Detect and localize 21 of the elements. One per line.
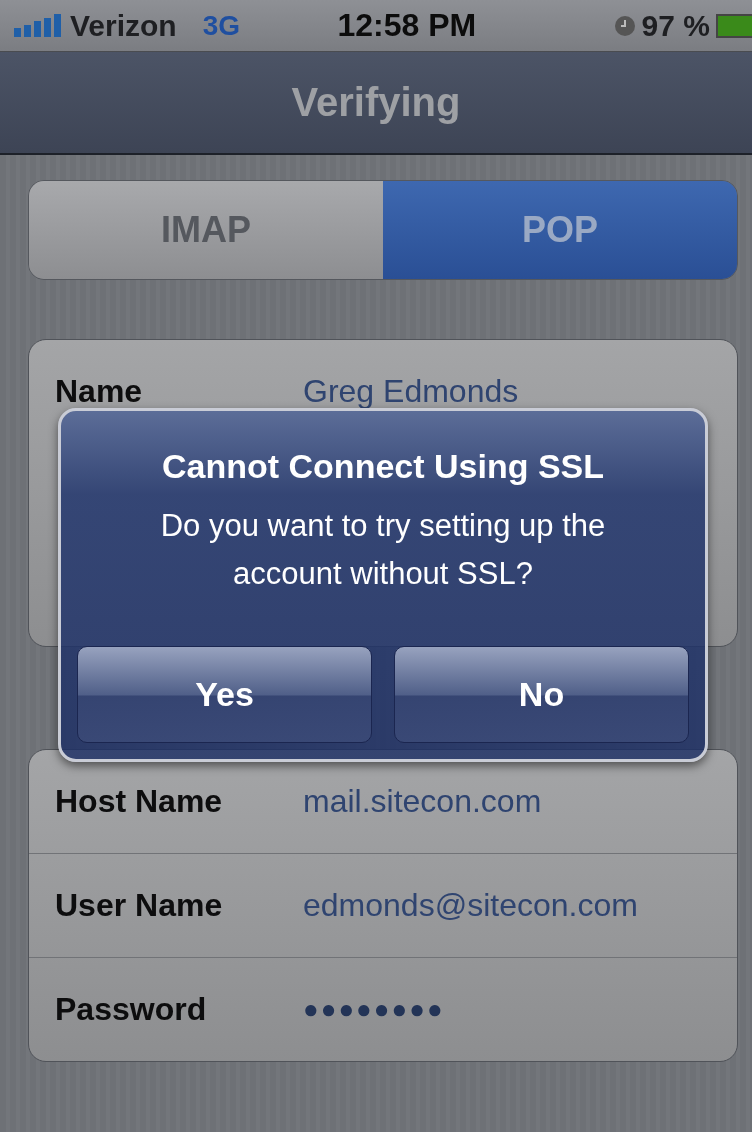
field-label: User Name [55, 887, 224, 924]
battery-percent: 97 % [641, 8, 710, 43]
status-time: 12:58 PM [337, 7, 477, 44]
text-field[interactable]: Greg Edmonds [303, 373, 519, 410]
alert-button[interactable]: Yes [77, 646, 372, 743]
clock-icon [613, 14, 636, 37]
alert-message: Do you want to try setting up the account without SSL? [159, 507, 607, 593]
network-type: 3G [202, 9, 241, 42]
protocol-tab[interactable]: POP [383, 181, 737, 279]
signal-icon [14, 13, 62, 38]
text-field[interactable]: edmonds@sitecon.com [303, 887, 638, 924]
field-label: Host Name [55, 783, 224, 820]
field-label: Password [55, 991, 208, 1028]
screen-title: Verifying [291, 80, 461, 125]
alert-title: Cannot Connect Using SSL [162, 447, 604, 486]
field-label: Name [55, 373, 144, 410]
text-field[interactable]: mail.sitecon.com [303, 783, 542, 820]
password-field[interactable]: ●●●●●●●● [303, 994, 445, 1025]
carrier-name: Verizon [70, 8, 177, 43]
alert-button[interactable]: No [394, 646, 689, 743]
protocol-tab[interactable]: IMAP [29, 181, 383, 279]
